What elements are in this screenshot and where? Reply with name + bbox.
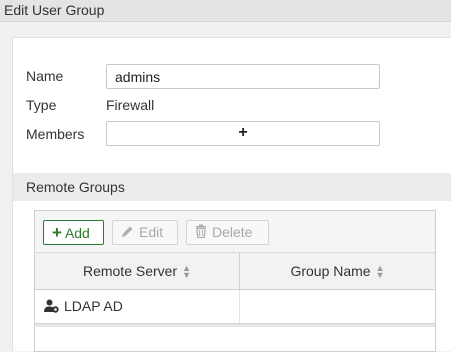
members-add-field[interactable]: + (106, 121, 380, 146)
pencil-icon (121, 221, 134, 244)
remote-groups-header: Remote Groups (13, 173, 451, 201)
table-header: Remote Server ▲ ▼ Group Name ▲ ▼ (35, 253, 435, 290)
column-header-remote-server[interactable]: Remote Server ▲ ▼ (35, 253, 240, 290)
ldap-user-icon (44, 292, 59, 313)
dialog-title: Edit User Group (0, 0, 451, 22)
delete-button[interactable]: Delete (186, 220, 269, 245)
delete-button-label: Delete (212, 224, 253, 240)
table-toolbar: + Add Edit Delete (35, 211, 435, 253)
type-value: Firewall (106, 97, 155, 113)
edit-user-group-panel: Name Type Firewall Members + Remote Grou… (12, 37, 451, 352)
group-name-cell (240, 290, 435, 323)
plus-icon: + (238, 124, 248, 141)
members-label: Members (26, 126, 85, 142)
name-label: Name (26, 68, 64, 84)
table-row[interactable]: LDAP AD (35, 290, 435, 324)
remote-server-cell: LDAP AD (35, 290, 240, 323)
row-divider (35, 324, 435, 327)
sort-icon: ▲ ▼ (375, 263, 385, 281)
column-header-group-name[interactable]: Group Name ▲ ▼ (240, 253, 435, 290)
add-button[interactable]: + Add (43, 220, 104, 245)
edit-button-label: Edit (139, 224, 164, 240)
sort-icon: ▲ ▼ (182, 263, 192, 281)
remote-server-name: LDAP AD (64, 298, 123, 314)
name-input[interactable] (106, 64, 380, 89)
type-label: Type (26, 97, 57, 113)
add-button-label: Add (64, 225, 90, 241)
remote-groups-table: + Add Edit Delete Remote Server ▲ ▼ Group N… (34, 210, 436, 352)
plus-icon: + (52, 223, 62, 242)
column-header-label: Group Name (290, 263, 371, 279)
trash-icon (195, 221, 207, 244)
column-header-label: Remote Server (82, 263, 178, 279)
edit-button[interactable]: Edit (112, 220, 178, 245)
